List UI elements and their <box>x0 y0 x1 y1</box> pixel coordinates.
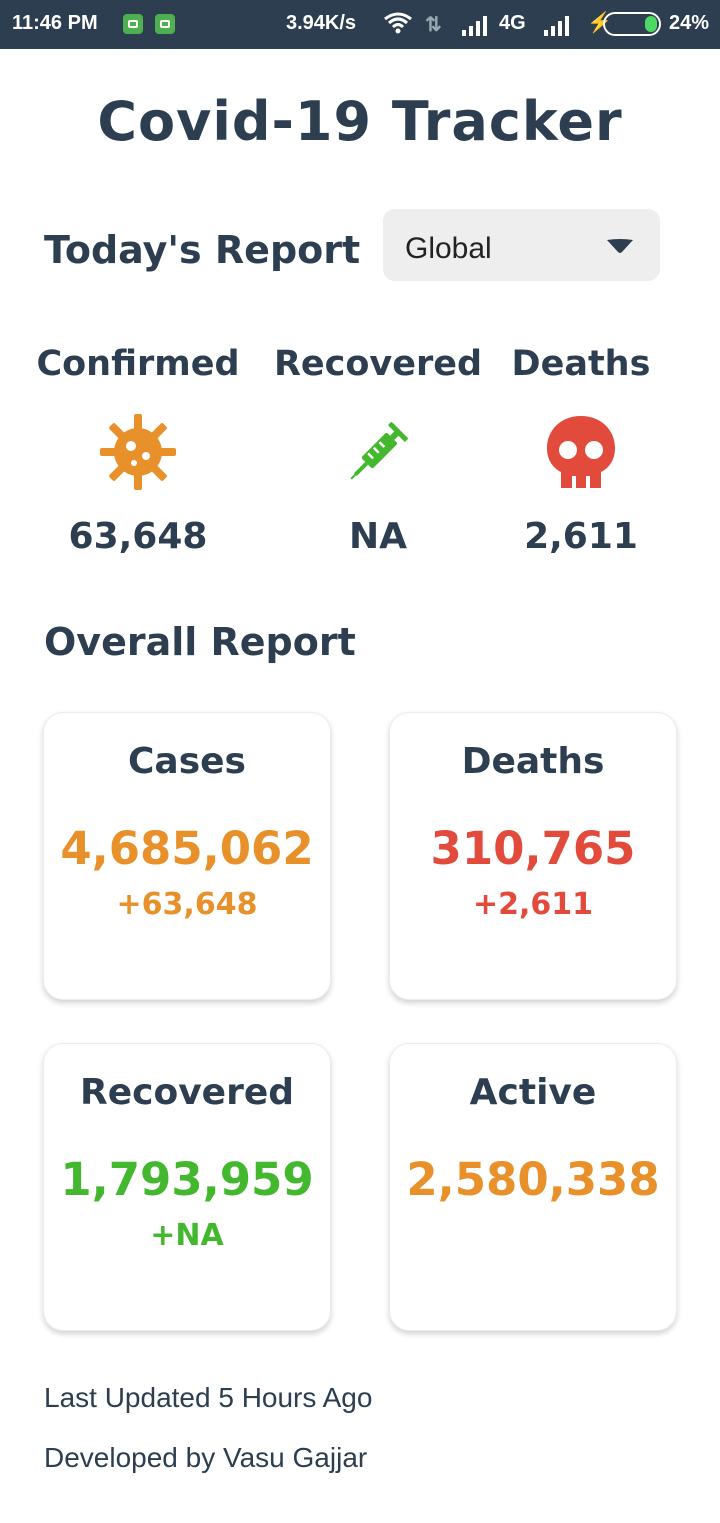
network-speed: 3.94K/s <box>286 12 357 34</box>
stat-confirmed: Confirmed 63,648 <box>18 344 258 557</box>
virus-icon <box>98 412 178 492</box>
battery-level <box>645 16 657 32</box>
stat-value: 63,648 <box>68 516 208 557</box>
battery-percent: 24% <box>669 12 710 34</box>
overall-report-heading: Overall Report <box>44 620 356 664</box>
card-delta: +63,648 <box>116 887 258 922</box>
android-notification-icon <box>155 14 175 34</box>
signal-strength-icon <box>542 12 574 36</box>
region-dropdown[interactable]: Global <box>383 209 660 281</box>
developer-credit: Developed by Vasu Gajjar <box>44 1442 368 1473</box>
stat-label: Confirmed <box>36 344 240 384</box>
active-card: Active 2,580,338 <box>389 1043 677 1331</box>
cases-card: Cases 4,685,062 +63,648 <box>43 712 331 1000</box>
chevron-down-icon <box>607 239 633 253</box>
recovered-card: Recovered 1,793,959 +NA <box>43 1043 331 1331</box>
last-updated-text: Last Updated 5 Hours Ago <box>44 1382 373 1413</box>
card-delta: +NA <box>150 1218 224 1253</box>
stat-label: Deaths <box>511 344 651 384</box>
battery-icon <box>603 12 661 36</box>
page-title: Covid-19 Tracker <box>97 90 623 153</box>
card-value: 310,765 <box>430 822 636 875</box>
today-report-heading: Today's Report <box>44 228 361 272</box>
network-type: 4G <box>499 12 526 34</box>
signal-strength-icon <box>460 12 492 36</box>
card-value: 2,580,338 <box>406 1153 660 1206</box>
status-time: 11:46 PM <box>12 12 98 34</box>
card-title: Active <box>469 1072 597 1113</box>
syringe-icon <box>338 412 418 492</box>
skull-icon <box>541 412 621 492</box>
android-notification-icon <box>123 14 143 34</box>
card-value: 1,793,959 <box>60 1153 314 1206</box>
stat-deaths: Deaths 2,611 <box>461 344 701 557</box>
card-delta: +2,611 <box>472 887 594 922</box>
card-title: Deaths <box>461 741 605 782</box>
data-transfer-icon: ⇅ <box>425 14 442 36</box>
status-bar: 11:46 PM 3.94K/s ⇅ 4G ⚡ 24% <box>0 0 720 49</box>
wifi-icon <box>383 11 413 41</box>
card-value: 4,685,062 <box>60 822 314 875</box>
card-title: Recovered <box>79 1072 295 1113</box>
region-selected-value: Global <box>405 232 492 265</box>
deaths-card: Deaths 310,765 +2,611 <box>389 712 677 1000</box>
stat-value: 2,611 <box>524 516 638 557</box>
card-title: Cases <box>128 741 246 782</box>
